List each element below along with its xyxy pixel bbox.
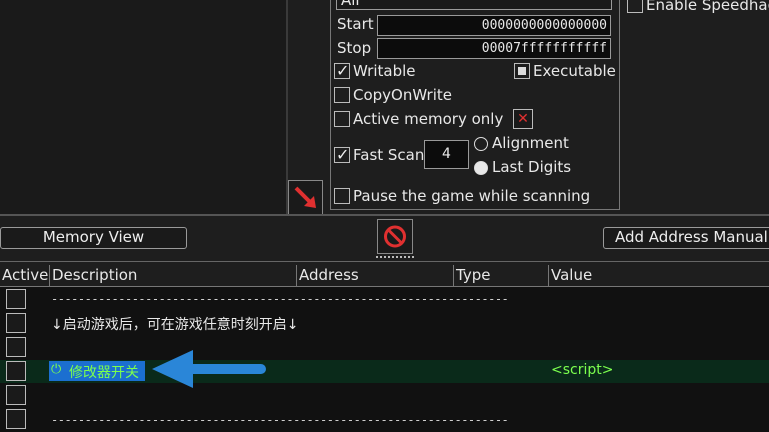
horizontal-divider [0,214,769,216]
resize-grip[interactable] [376,256,414,258]
writable-checkbox[interactable] [334,61,350,80]
table-row-checkbox[interactable] [6,337,26,357]
start-address-input[interactable]: 0000000000000000 [377,15,611,36]
speedhack-label: Enable Speedhac [646,0,769,14]
table-row-checkbox[interactable] [6,385,26,405]
pause-game-checkbox[interactable] [334,188,350,204]
table-row-checkbox[interactable] [6,289,26,309]
executable-checkbox[interactable] [514,63,530,79]
last-digits-label: Last Digits [492,158,572,176]
close-icon[interactable]: ✕ [513,109,533,129]
col-type-header[interactable]: Type [454,265,549,287]
col-address-header[interactable]: Address [297,265,454,287]
copyonwrite-label: CopyOnWrite [353,86,452,104]
blue-arrow-icon [152,350,266,388]
no-entry-icon [384,225,406,248]
active-memory-label: Active memory only [353,110,504,128]
table-row-description: ↓启动游戏后，可在游戏任意时刻开启↓ [51,317,299,333]
writable-label: Writable [353,62,416,80]
found-list-area[interactable] [0,0,286,214]
start-label: Start [337,15,374,33]
fast-scan-label: Fast Scan [353,146,425,164]
last-digits-radio[interactable] [474,161,488,175]
power-icon: ⏻ [51,362,62,377]
clear-list-button[interactable] [377,219,413,254]
stop-label: Stop [337,39,372,57]
table-top-line [0,261,769,262]
speedhack-checkbox[interactable] [627,0,643,13]
executable-label: Executable [533,62,616,80]
memory-view-button[interactable]: Memory View [0,227,187,249]
alignment-label: Alignment [492,134,569,152]
table-row-description: ----------------------------------------… [51,292,507,306]
alignment-radio[interactable] [474,137,488,151]
table-row-checkbox[interactable] [6,313,26,333]
scan-type-dropdown[interactable]: All [336,0,612,10]
table-row-description: ----------------------------------------… [51,413,507,427]
add-address-button[interactable]: Add Address Manuall [603,227,769,249]
red-arrow-icon [294,186,316,208]
col-value-header[interactable]: Value [549,265,769,287]
col-active-header[interactable]: Active [0,265,50,287]
table-row-checkbox[interactable] [6,361,26,381]
fast-scan-checkbox[interactable] [334,145,350,164]
active-memory-checkbox[interactable] [334,111,350,127]
scan-type-value: All [341,0,360,9]
col-description-header[interactable]: Description [50,265,297,287]
pause-game-label: Pause the game while scanning [353,187,591,205]
table-row-description: 修改器开关 [69,365,139,381]
fast-scan-value-input[interactable]: 4 [424,140,469,169]
copyonwrite-checkbox[interactable] [334,87,350,103]
stop-address-input[interactable]: 00007fffffffffff [377,38,611,59]
table-row-checkbox[interactable] [6,409,26,429]
executable-indeterminate [518,67,526,75]
table-row-value: <script> [551,362,614,378]
memory-arrow-button[interactable] [288,180,323,215]
